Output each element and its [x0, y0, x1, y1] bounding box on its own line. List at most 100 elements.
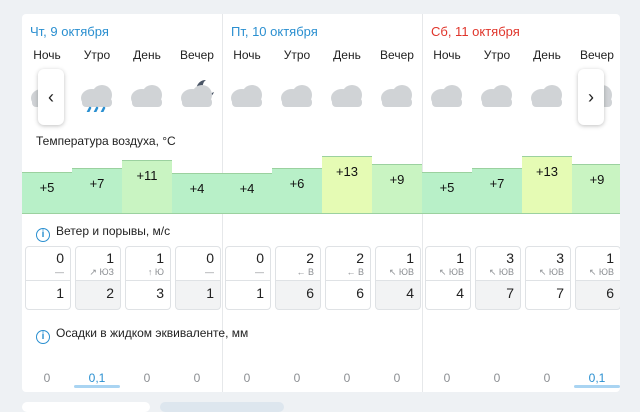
precipitation-value: 0	[393, 371, 401, 385]
divider	[76, 280, 120, 281]
wind-gusts: 2	[106, 285, 114, 301]
divider	[426, 280, 470, 281]
divider	[476, 280, 520, 281]
precipitation-value: 0	[193, 371, 201, 385]
divider	[126, 280, 170, 281]
temperature-cell: +7	[72, 168, 122, 214]
time-of-day-label: Вечер	[380, 48, 414, 62]
cloud-icon	[522, 76, 572, 112]
day-title: Пт, 10 октября	[231, 24, 318, 39]
temperature-cell: +13	[522, 156, 572, 214]
divider	[376, 280, 420, 281]
cloud-icon	[222, 76, 272, 112]
weather-forecast-card: Чт, 9 октября Пт, 10 октября Сб, 11 октя…	[22, 14, 620, 392]
wind-cell: 3 ↖ ЮВ 7	[475, 246, 521, 310]
precipitation-value: 0	[493, 371, 501, 385]
wind-cell: 2 ← В 6	[325, 246, 371, 310]
precipitation-value: 0	[443, 371, 451, 385]
temperature-cell: +13	[322, 156, 372, 214]
wind-speed: 1	[406, 250, 414, 266]
wind-cell: 0— 1	[225, 246, 271, 310]
time-of-day-label: Вечер	[180, 48, 214, 62]
precipitation-value: 0	[343, 371, 351, 385]
temperature-cell: +5	[22, 172, 72, 214]
temperature-cell: +4	[172, 173, 222, 214]
precipitation-value: 0	[543, 371, 551, 385]
divider	[226, 280, 270, 281]
wind-cell: 0— 1	[175, 246, 221, 310]
precipitation-label: i Осадки в жидком эквиваленте, мм	[36, 326, 248, 344]
wind-cell: 2 ← В 6	[275, 246, 321, 310]
time-of-day-label: Ночь	[233, 48, 261, 62]
wind-direction: ↖ ЮВ	[388, 267, 414, 277]
temperature-cell: +9	[572, 164, 620, 214]
temperature-cell: +5	[422, 172, 472, 214]
wind-gusts: 6	[356, 285, 364, 301]
precipitation-bar	[74, 385, 120, 388]
divider	[26, 280, 70, 281]
wind-speed: 1	[106, 250, 114, 266]
wind-cell: 1 ↖ ЮВ 4	[375, 246, 421, 310]
divider	[176, 280, 220, 281]
wind-gusts: 6	[306, 285, 314, 301]
cloud-icon	[372, 76, 422, 112]
info-icon[interactable]: i	[36, 330, 50, 344]
wind-speed: 0	[206, 250, 214, 266]
cloud-icon	[422, 76, 472, 112]
wind-gusts: 7	[556, 285, 564, 301]
wind-direction: ↖ ЮВ	[538, 267, 564, 277]
time-of-day-label: Ночь	[433, 48, 461, 62]
temperature-cell: +9	[372, 164, 422, 214]
precipitation-bar	[574, 385, 620, 388]
bottom-tab[interactable]	[160, 402, 284, 412]
wind-cell: 0— 1	[25, 246, 71, 310]
prev-button[interactable]: ‹	[38, 69, 64, 125]
time-of-day-label: Утро	[483, 48, 511, 62]
temperature-label: Температура воздуха, °C	[36, 134, 176, 148]
wind-direction: ↑ Ю	[147, 267, 164, 277]
info-icon[interactable]: i	[36, 228, 50, 242]
wind-speed: 2	[356, 250, 364, 266]
wind-cell: 1 ↑ Ю 3	[125, 246, 171, 310]
divider	[526, 280, 570, 281]
time-of-day-label: Утро	[83, 48, 111, 62]
wind-speed: 0	[256, 250, 264, 266]
wind-cell: 1 ↖ ЮВ 6	[575, 246, 620, 310]
day-title: Сб, 11 октября	[431, 24, 520, 39]
time-of-day-label: Утро	[283, 48, 311, 62]
temperature-cell: +7	[472, 168, 522, 214]
wind-direction: ← В	[296, 267, 314, 277]
time-of-day-label: Вечер	[580, 48, 614, 62]
cloudy-moon-icon	[172, 76, 222, 112]
wind-direction: —	[205, 267, 214, 277]
temperature-cell: +11	[122, 160, 172, 214]
wind-direction: ↖ ЮВ	[588, 267, 614, 277]
cloud-icon	[272, 76, 322, 112]
wind-gusts: 1	[206, 285, 214, 301]
wind-label-text: Ветер и порывы, м/с	[56, 224, 171, 238]
cloud-icon	[122, 76, 172, 112]
wind-label: i Ветер и порывы, м/с	[36, 224, 170, 242]
cloud-icon	[472, 76, 522, 112]
wind-gusts: 7	[506, 285, 514, 301]
time-of-day-label: День	[133, 48, 161, 62]
wind-speed: 1	[456, 250, 464, 266]
rain-cloud-icon	[72, 76, 122, 114]
precipitation-value: 0,1	[588, 371, 606, 385]
divider	[576, 280, 620, 281]
next-button[interactable]: ›	[578, 69, 604, 125]
divider	[276, 280, 320, 281]
wind-cell: 1 ↖ ЮВ 4	[425, 246, 471, 310]
wind-direction: —	[255, 267, 264, 277]
time-of-day-label: День	[533, 48, 561, 62]
wind-speed: 1	[606, 250, 614, 266]
precipitation-value: 0	[243, 371, 251, 385]
bottom-tab[interactable]	[22, 402, 150, 412]
wind-gusts: 4	[456, 285, 464, 301]
divider	[326, 280, 370, 281]
wind-gusts: 3	[156, 285, 164, 301]
wind-direction: ↖ ЮВ	[438, 267, 464, 277]
wind-gusts: 1	[56, 285, 64, 301]
time-of-day-label: День	[333, 48, 361, 62]
wind-gusts: 4	[406, 285, 414, 301]
